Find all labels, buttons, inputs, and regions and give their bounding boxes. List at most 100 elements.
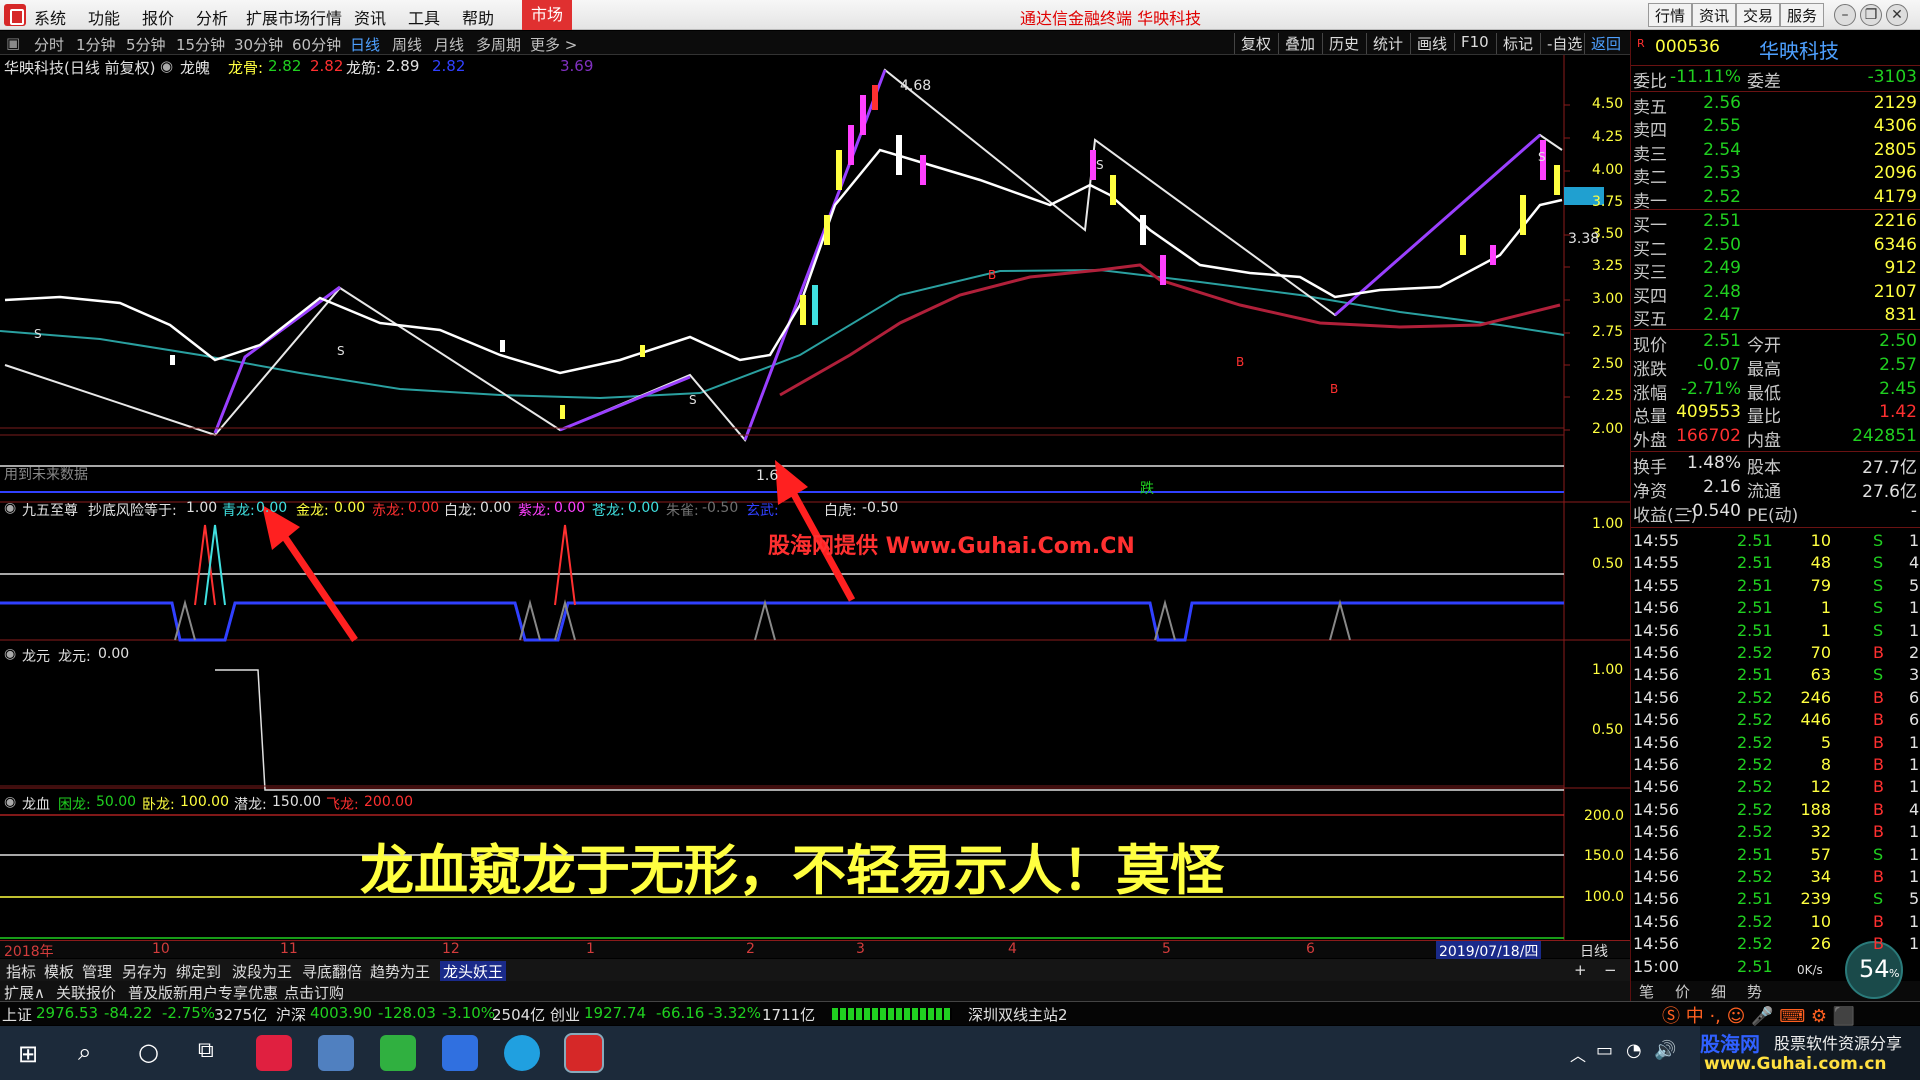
tick-time: 14:56 xyxy=(1633,732,1680,752)
tab-promo[interactable]: 普及版新用户专享优惠 xyxy=(128,982,278,1003)
panel-toggle-icon[interactable]: ▣ xyxy=(6,34,20,52)
stat2-value: 27.7亿 xyxy=(1862,458,1917,478)
tab-price[interactable]: 价 xyxy=(1675,981,1690,1002)
tab-indicator[interactable]: 指标 xyxy=(6,961,36,982)
tdx-app-icon[interactable] xyxy=(564,1033,604,1073)
tab-boduan[interactable]: 波段为王 xyxy=(232,961,292,982)
tray-chevron-icon[interactable]: ︿ xyxy=(1570,1042,1586,1066)
btn-zixun[interactable]: 资讯 xyxy=(1692,3,1737,27)
period-monthly[interactable]: 月线 xyxy=(434,34,464,55)
btn-jiaoyi[interactable]: 交易 xyxy=(1736,3,1781,27)
menu-function[interactable]: 功能 xyxy=(88,5,120,29)
netease-music-icon[interactable] xyxy=(256,1035,292,1071)
tab-expand[interactable]: 扩展∧ xyxy=(4,982,45,1003)
period-5min[interactable]: 5分钟 xyxy=(126,34,166,55)
task-view-icon[interactable]: ⧉ xyxy=(198,1038,214,1063)
period-30min[interactable]: 30分钟 xyxy=(234,34,283,55)
windows-start-icon[interactable]: ⊞ xyxy=(18,1040,38,1068)
period-15min[interactable]: 15分钟 xyxy=(176,34,225,55)
menu-help[interactable]: 帮助 xyxy=(462,5,494,29)
btn-return[interactable]: 返回 xyxy=(1584,33,1621,54)
tick-price: 2.52 xyxy=(1737,934,1773,954)
restore-icon[interactable]: ❐ xyxy=(1860,4,1882,26)
period-more[interactable]: 更多 > xyxy=(530,34,577,55)
cortana-icon[interactable]: ○ xyxy=(138,1038,159,1066)
market-tab[interactable]: 市场 xyxy=(522,0,572,30)
sell-level-price: 2.55 xyxy=(1703,116,1741,137)
menu-analysis[interactable]: 分析 xyxy=(196,5,228,29)
sell-mark: S xyxy=(1096,158,1104,172)
minimize-icon[interactable]: – xyxy=(1834,4,1856,26)
tick-volume: 48 xyxy=(1810,553,1831,573)
menu-tools[interactable]: 工具 xyxy=(408,5,440,29)
period-60min[interactable]: 60分钟 xyxy=(292,34,341,55)
tab-subscribe[interactable]: 点击订购 xyxy=(284,982,344,1003)
wps-icon[interactable] xyxy=(442,1035,478,1071)
longxue-item-value: 150.00 xyxy=(272,794,321,810)
tick-row: 14:56 2.52 5 B 1 xyxy=(1631,733,1920,755)
server-station[interactable]: 深圳双线主站2 xyxy=(968,1004,1068,1025)
btn-fuwu[interactable]: 服务 xyxy=(1780,3,1825,27)
tick-count: 1 xyxy=(1909,531,1920,550)
tray-volume-icon[interactable]: 🔊 xyxy=(1654,1040,1676,1061)
menu-quote[interactable]: 报价 xyxy=(142,5,174,29)
period-fenshi[interactable]: 分时 xyxy=(34,34,64,55)
btn-lishi[interactable]: 历史 xyxy=(1322,33,1359,54)
tick-count: 4 xyxy=(1909,799,1920,819)
btn-huaxian[interactable]: 画线 xyxy=(1410,33,1447,54)
weicha-label: 委差 xyxy=(1747,72,1781,92)
tab-trend[interactable]: 势 xyxy=(1747,981,1762,1002)
stat2-label: 换手 xyxy=(1633,458,1667,478)
app-fan-icon[interactable] xyxy=(318,1035,354,1071)
windows-taskbar: ⊞ ⌕ ○ ⧉ ︿ ▭ ◔ 🔊 股海网 股票软件资源分享 www.Guhai.c… xyxy=(0,1026,1920,1080)
btn-f10[interactable]: F10 xyxy=(1454,33,1489,51)
menu-news[interactable]: 资讯 xyxy=(354,5,386,29)
period-daily[interactable]: 日线 xyxy=(350,34,380,55)
tick-count: 2 xyxy=(1909,643,1920,662)
stat-label: 现价 xyxy=(1633,336,1667,356)
add-icon[interactable]: + xyxy=(1574,961,1587,979)
period-weekly[interactable]: 周线 xyxy=(392,34,422,55)
tab-template[interactable]: 模板 xyxy=(44,961,74,982)
btn-biaoji[interactable]: 标记 xyxy=(1496,33,1533,54)
menu-extended-market[interactable]: 扩展市场行情 xyxy=(246,5,342,29)
tab-related-quote[interactable]: 关联报价 xyxy=(56,982,116,1003)
btn-hangqing[interactable]: 行情 xyxy=(1648,3,1693,27)
tick-side: B xyxy=(1873,777,1884,797)
tick-side: S xyxy=(1873,575,1884,595)
menu-system[interactable]: 系统 xyxy=(34,5,66,29)
chart-indicator-icon[interactable]: ◉ xyxy=(160,57,173,75)
panel-toggle-icon[interactable]: ◉ xyxy=(4,500,16,516)
tab-longtou[interactable]: 龙头妖王 xyxy=(440,961,507,982)
price-tick: 3.25 xyxy=(1592,258,1624,274)
btn-fuquan[interactable]: 复权 xyxy=(1234,33,1271,54)
tab-trade[interactable]: 笔 xyxy=(1639,981,1654,1002)
tab-manage[interactable]: 管理 xyxy=(82,961,112,982)
tab-qushi[interactable]: 趋势为王 xyxy=(370,961,430,982)
market-badge-icon: R xyxy=(1637,37,1645,50)
tick-price: 2.51 xyxy=(1737,844,1773,864)
panel-toggle-icon[interactable]: ◉ xyxy=(4,646,16,662)
period-multi[interactable]: 多周期 xyxy=(476,34,521,55)
jiuwu-item-value: 0.00 xyxy=(334,500,366,516)
close-icon[interactable]: ✕ xyxy=(1886,4,1908,26)
search-icon[interactable]: ⌕ xyxy=(78,1038,91,1066)
tab-save-as[interactable]: 另存为 xyxy=(122,961,167,982)
btn-diejia[interactable]: 叠加 xyxy=(1278,33,1315,54)
tick-side: S xyxy=(1873,844,1884,864)
tab-xundi[interactable]: 寻底翻倍 xyxy=(302,961,362,982)
panel-toggle-icon[interactable]: ◉ xyxy=(4,794,16,810)
tray-network-icon[interactable]: ◔ xyxy=(1626,1040,1642,1061)
tab-detail[interactable]: 细 xyxy=(1711,981,1726,1002)
period-1min[interactable]: 1分钟 xyxy=(76,34,116,55)
video-player-icon[interactable] xyxy=(380,1035,416,1071)
tick-time: 14:55 xyxy=(1633,575,1680,595)
btn-tongji[interactable]: 统计 xyxy=(1366,33,1403,54)
tick-time: 14:56 xyxy=(1633,822,1680,842)
ime-icon[interactable]: Ⓢ 中 ·, ☺ 🎤 ⌨ ⚙ ⬛ xyxy=(1662,1002,1855,1028)
tab-bind-to[interactable]: 绑定到 xyxy=(176,961,221,982)
tray-battery-icon[interactable]: ▭ xyxy=(1596,1040,1613,1061)
minus-icon[interactable]: − xyxy=(1604,961,1617,979)
btn-zixuan[interactable]: -自选 xyxy=(1540,33,1582,54)
qq-browser-icon[interactable] xyxy=(504,1035,540,1071)
